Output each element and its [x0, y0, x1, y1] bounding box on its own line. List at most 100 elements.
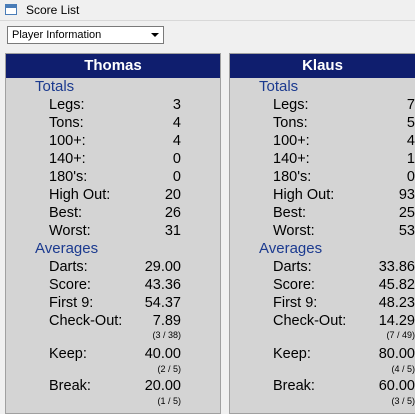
stat-row-first-9: First 9: 48.23 [230, 295, 415, 313]
player-panel-klaus: Klaus Totals Legs: 7 Tons: 5 100+: 4 140… [229, 53, 415, 414]
stat-row-keep: Keep: 80.00 [230, 346, 415, 364]
stat-label: Worst: [273, 223, 315, 239]
stat-value: 14.29 [378, 313, 415, 329]
stat-value: 0 [172, 151, 181, 167]
stat-value: 48.23 [378, 295, 415, 311]
stat-label: First 9: [273, 295, 318, 311]
window-icon [5, 4, 17, 15]
stat-row-score: Score: 43.36 [6, 277, 220, 295]
stat-detail: (1 / 5) [157, 396, 181, 406]
stat-label: Legs: [273, 97, 309, 113]
stat-label: Keep: [49, 346, 87, 362]
stat-row-break: Break: 20.00 [6, 378, 220, 396]
stat-row-high-out: High Out: 20 [6, 187, 220, 205]
player-name: Thomas [6, 54, 220, 78]
stat-row-best: Best: 25 [230, 205, 415, 223]
chevron-down-icon[interactable] [151, 33, 159, 37]
window-title: Score List [26, 3, 80, 17]
stat-row-140-plus: 140+: 1 [230, 151, 415, 169]
stat-value: 0 [172, 169, 181, 185]
stat-label: High Out: [49, 187, 111, 203]
stat-label: 100+: [273, 133, 310, 149]
stat-detail: (4 / 5) [391, 364, 415, 374]
stat-value: 1 [406, 151, 415, 167]
stat-detail: (2 / 5) [157, 364, 181, 374]
section-totals: Totals [35, 78, 75, 95]
stat-label: Tons: [49, 115, 84, 131]
stat-value: 93 [398, 187, 415, 203]
stat-value: 4 [172, 115, 181, 131]
stat-row-worst: Worst: 53 [230, 223, 415, 241]
section-averages: Averages [259, 240, 323, 257]
stat-label: 100+: [49, 133, 86, 149]
stat-value: 29.00 [144, 259, 181, 275]
stat-label: Check-Out: [49, 313, 123, 329]
stat-value: 3 [172, 97, 181, 113]
stat-label: Darts: [49, 259, 88, 275]
stat-value: 40.00 [144, 346, 181, 362]
stat-row-keep: Keep: 40.00 [6, 346, 220, 364]
stat-label: Check-Out: [273, 313, 347, 329]
stat-value: 0 [406, 169, 415, 185]
stat-value: 43.36 [144, 277, 181, 293]
stat-row-legs: Legs: 3 [6, 97, 220, 115]
stat-detail: (3 / 38) [152, 330, 181, 340]
section-averages: Averages [35, 240, 99, 257]
stat-row-score: Score: 45.82 [230, 277, 415, 295]
stat-label: Break: [49, 378, 91, 394]
stat-label: 180's: [273, 169, 312, 185]
stat-label: Legs: [49, 97, 85, 113]
stat-label: Score: [49, 277, 91, 293]
view-select[interactable]: Player Information [7, 26, 164, 44]
stat-row-tons: Tons: 4 [6, 115, 220, 133]
stat-row-legs: Legs: 7 [230, 97, 415, 115]
stat-row-180s: 180's: 0 [230, 169, 415, 187]
stat-label: 140+: [49, 151, 86, 167]
stat-label: Keep: [273, 346, 311, 362]
view-select-value: Player Information [12, 29, 102, 41]
section-totals: Totals [259, 78, 299, 95]
stat-label: Darts: [273, 259, 312, 275]
stat-row-100-plus: 100+: 4 [230, 133, 415, 151]
stat-row-darts: Darts: 33.86 [230, 259, 415, 277]
stat-row-worst: Worst: 31 [6, 223, 220, 241]
stat-value: 4 [172, 133, 181, 149]
stat-value: 25 [398, 205, 415, 221]
stat-label: Best: [273, 205, 307, 221]
stat-label: Break: [273, 378, 315, 394]
stat-value: 60.00 [378, 378, 415, 394]
stat-value: 20 [164, 187, 181, 203]
stat-detail: (7 / 49) [386, 330, 415, 340]
stat-value: 45.82 [378, 277, 415, 293]
stat-label: Best: [49, 205, 83, 221]
player-panel-thomas: Thomas Totals Legs: 3 Tons: 4 100+: 4 14… [5, 53, 221, 414]
stat-value: 31 [164, 223, 181, 239]
stat-label: Tons: [273, 115, 308, 131]
stat-value: 54.37 [144, 295, 181, 311]
stat-value: 4 [406, 133, 415, 149]
stat-value: 26 [164, 205, 181, 221]
stat-value: 53 [398, 223, 415, 239]
player-name: Klaus [230, 54, 415, 78]
stat-label: Worst: [49, 223, 91, 239]
toolbar: Player Information [0, 21, 415, 51]
stat-label: First 9: [49, 295, 94, 311]
stat-row-check-out: Check-Out: 14.29 [230, 313, 415, 331]
stat-label: 180's: [49, 169, 88, 185]
stat-row-high-out: High Out: 93 [230, 187, 415, 205]
stat-row-100-plus: 100+: 4 [6, 133, 220, 151]
stat-row-180s: 180's: 0 [6, 169, 220, 187]
stat-value: 7 [406, 97, 415, 113]
stat-label: 140+: [273, 151, 310, 167]
title-bar: Score List [0, 0, 415, 21]
stat-row-tons: Tons: 5 [230, 115, 415, 133]
stat-value: 20.00 [144, 378, 181, 394]
stat-value: 33.86 [378, 259, 415, 275]
stat-detail: (3 / 5) [391, 396, 415, 406]
stat-value: 7.89 [152, 313, 181, 329]
stat-row-check-out: Check-Out: 7.89 [6, 313, 220, 331]
stat-label: Score: [273, 277, 315, 293]
stat-row-best: Best: 26 [6, 205, 220, 223]
stat-row-140-plus: 140+: 0 [6, 151, 220, 169]
stat-row-darts: Darts: 29.00 [6, 259, 220, 277]
